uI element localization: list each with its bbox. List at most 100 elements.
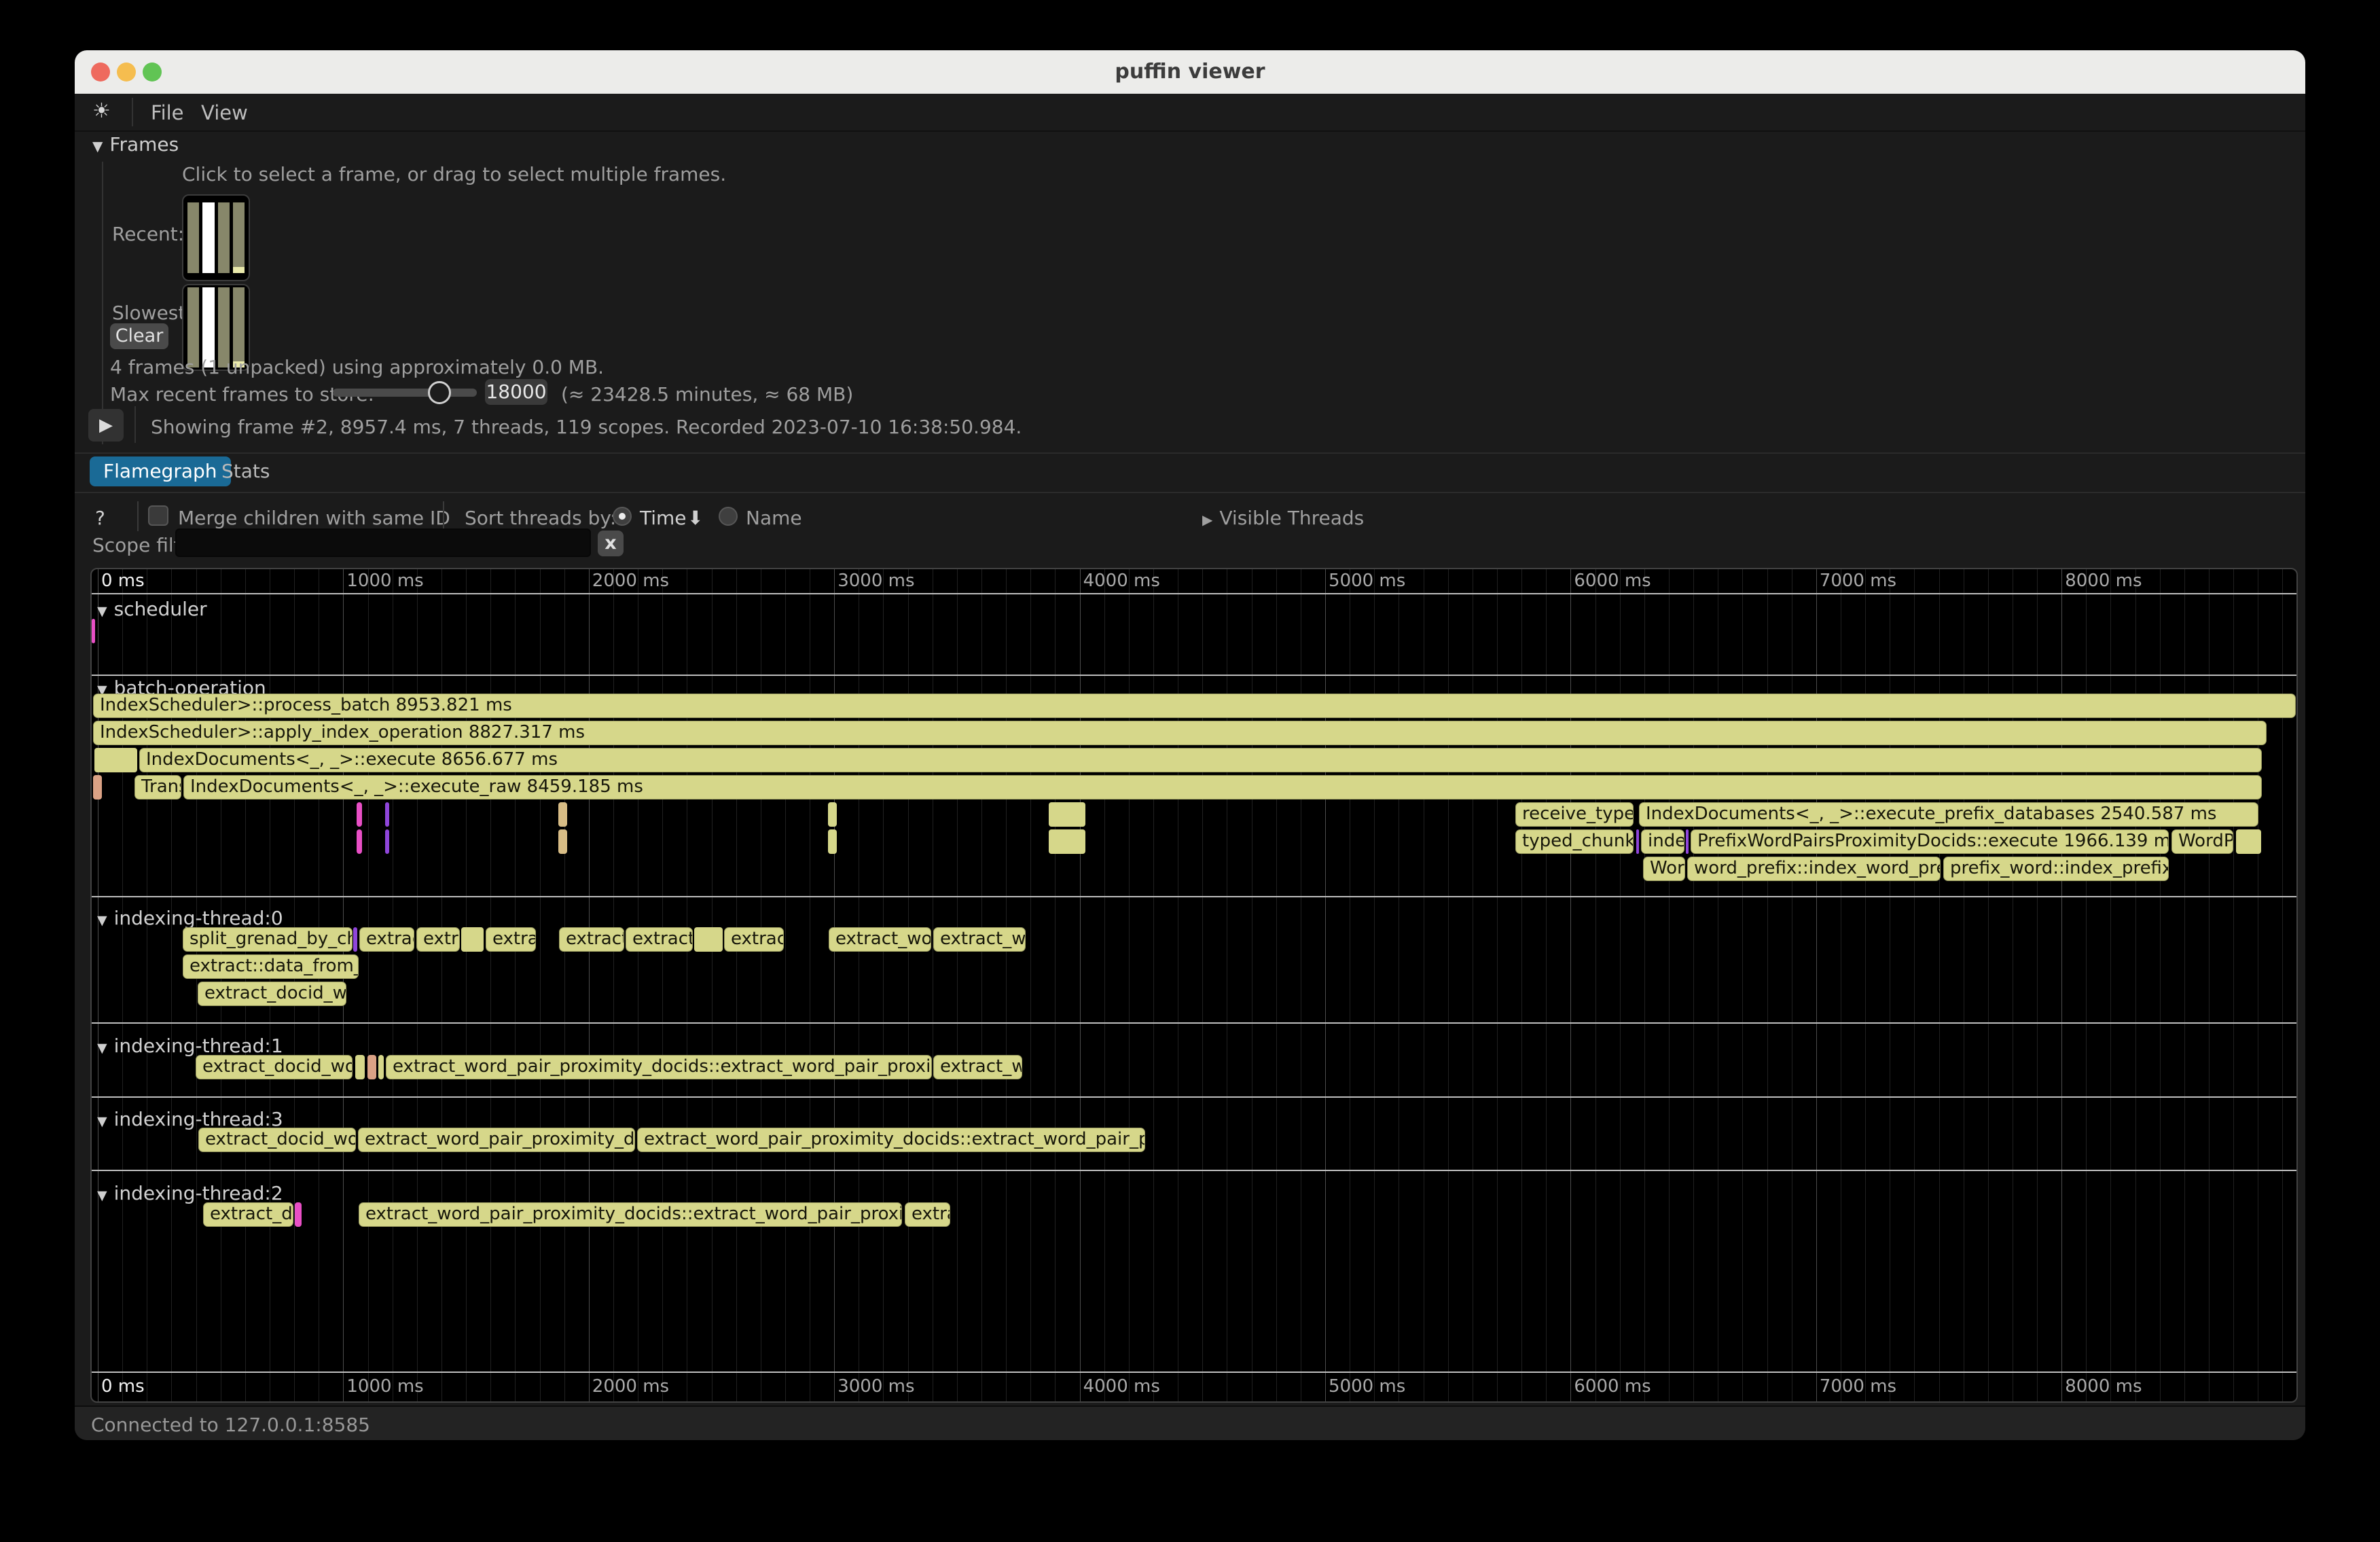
scope-mark[interactable] bbox=[357, 829, 362, 854]
scope-filter-input[interactable] bbox=[175, 528, 591, 557]
scope-mark[interactable] bbox=[828, 802, 837, 827]
merge-children-checkbox[interactable] bbox=[148, 505, 168, 526]
scope-bar[interactable]: extract_word_pair_proximity_docids::extr… bbox=[359, 1202, 902, 1227]
max-frames-slider-track[interactable] bbox=[333, 389, 477, 397]
scope-bar[interactable]: split_grenad_by_chun bbox=[183, 927, 353, 952]
scope-bar[interactable]: extrac bbox=[905, 1202, 950, 1227]
theme-toggle-icon[interactable]: ☀ bbox=[92, 99, 111, 123]
scope-bar[interactable]: IndexDocuments<_, _>::execute_raw 8459.1… bbox=[183, 775, 2262, 800]
ruler-tick: 3000 ms bbox=[837, 571, 914, 591]
frame-bar[interactable] bbox=[218, 202, 230, 273]
scope-bar[interactable]: PrefixWordPairsProximityDocids::execute … bbox=[1691, 829, 2169, 854]
scope-mark[interactable] bbox=[385, 802, 389, 827]
menu-bar: ☀ File View bbox=[75, 94, 2305, 132]
scope-bar[interactable]: IndexDocuments<_, _>::execute_prefix_dat… bbox=[1639, 802, 2258, 827]
scope-mark[interactable] bbox=[1049, 829, 1085, 854]
sort-time-radio[interactable] bbox=[613, 507, 632, 526]
scope-mark[interactable] bbox=[295, 1202, 302, 1227]
sort-name-radio[interactable] bbox=[719, 507, 738, 526]
status-bar: Connected to 127.0.0.1:8585 bbox=[75, 1405, 2305, 1440]
thread-header-indexing-thread:1[interactable]: ▼indexing-thread:1 bbox=[97, 1035, 283, 1057]
scope-bar[interactable]: extract::data_from_ob bbox=[183, 954, 359, 979]
scope-bar[interactable]: WordPr bbox=[2171, 829, 2233, 854]
menu-file[interactable]: File bbox=[151, 101, 184, 124]
frame-bar[interactable] bbox=[202, 202, 214, 273]
play-button[interactable]: ▶ bbox=[88, 409, 124, 442]
scope-bar[interactable]: extra bbox=[416, 927, 460, 952]
menu-view[interactable]: View bbox=[201, 101, 248, 124]
thread-name: indexing-thread:1 bbox=[114, 1035, 283, 1057]
scope-bar[interactable]: extract bbox=[724, 927, 784, 952]
max-frames-value[interactable]: 18000 bbox=[485, 379, 547, 405]
frames-section-header[interactable]: ▼Frames bbox=[92, 133, 179, 156]
scope-mark[interactable] bbox=[385, 829, 389, 854]
scope-bar[interactable]: extract_word_pair_proximity_docids::extr… bbox=[637, 1128, 1145, 1152]
scope-bar[interactable]: extract_word bbox=[829, 927, 931, 952]
clear-button[interactable]: Clear bbox=[110, 323, 168, 349]
scope-bar[interactable]: Trans bbox=[134, 775, 181, 800]
thread-header-scheduler[interactable]: ▼scheduler bbox=[97, 598, 207, 620]
scope-mark[interactable] bbox=[367, 1055, 376, 1079]
visible-threads-header[interactable]: ▶Visible Threads bbox=[1202, 507, 1364, 529]
scope-mark[interactable] bbox=[355, 1055, 365, 1079]
frame-bar[interactable] bbox=[233, 202, 245, 273]
ruler-tick: 3000 ms bbox=[837, 1376, 914, 1397]
scope-bar[interactable]: word_prefix::index_word_prefix_ bbox=[1687, 857, 1941, 881]
scope-bar[interactable]: extract_docid_word bbox=[198, 982, 346, 1006]
scope-mark[interactable] bbox=[558, 829, 567, 854]
frame-bar[interactable] bbox=[187, 202, 199, 273]
scope-mark[interactable] bbox=[1049, 802, 1085, 827]
scope-bar[interactable]: extract_doc bbox=[203, 1202, 293, 1227]
scope-bar[interactable]: typed_chunk::w bbox=[1515, 829, 1634, 854]
scope-mark[interactable] bbox=[1686, 829, 1689, 854]
slowest-label: Slowest: bbox=[112, 302, 192, 324]
scope-mark[interactable] bbox=[694, 927, 723, 952]
flamegraph-canvas[interactable]: 0 ms0 ms1000 ms1000 ms2000 ms2000 ms3000… bbox=[90, 568, 2298, 1403]
scope-bar[interactable]: extract_ bbox=[559, 927, 624, 952]
scope-filter-clear-button[interactable]: x bbox=[598, 531, 624, 556]
scope-bar[interactable]: extract_docid_word bbox=[196, 1055, 353, 1079]
scope-bar[interactable]: extract_docid_word bbox=[198, 1128, 356, 1152]
scope-mark[interactable] bbox=[92, 619, 95, 643]
recent-frames-thumbnail[interactable] bbox=[182, 194, 250, 281]
scope-bar[interactable]: extract_word_pair_proximity_docids bbox=[358, 1128, 635, 1152]
ruler-tick: 7000 ms bbox=[1820, 571, 1896, 591]
scope-mark[interactable] bbox=[1636, 829, 1639, 854]
scope-mark[interactable] bbox=[94, 748, 137, 772]
thread-name: indexing-thread:0 bbox=[114, 907, 283, 929]
help-button[interactable]: ? bbox=[95, 507, 105, 529]
scope-bar[interactable]: Word bbox=[1643, 857, 1685, 881]
scope-bar[interactable]: IndexScheduler>::apply_index_operation 8… bbox=[93, 721, 2267, 745]
scope-bar[interactable]: extract_wo bbox=[933, 927, 1026, 952]
scope-bar[interactable]: index bbox=[1641, 829, 1684, 854]
scope-mark[interactable] bbox=[93, 775, 102, 800]
scope-bar[interactable]: extract_w bbox=[626, 927, 693, 952]
scope-mark[interactable] bbox=[461, 927, 484, 952]
scope-mark[interactable] bbox=[2236, 829, 2261, 854]
scope-bar[interactable]: extract bbox=[359, 927, 414, 952]
tab-stats[interactable]: Stats bbox=[208, 456, 283, 486]
thread-header-indexing-thread:0[interactable]: ▼indexing-thread:0 bbox=[97, 907, 283, 929]
scope-bar[interactable]: IndexDocuments<_, _>::execute 8656.677 m… bbox=[139, 748, 2262, 772]
scope-bar[interactable]: IndexScheduler>::process_batch 8953.821 … bbox=[93, 694, 2296, 718]
collapse-icon: ▼ bbox=[97, 604, 107, 619]
scope-bar[interactable]: receive_typed_ bbox=[1515, 802, 1634, 827]
scope-mark[interactable] bbox=[353, 927, 357, 952]
app-window: puffin viewer ☀ File View ▼Frames Click … bbox=[75, 50, 2305, 1440]
scope-bar[interactable]: prefix_word::index_prefix_wo bbox=[1943, 857, 2169, 881]
sort-direction-icon[interactable]: ⬇ bbox=[687, 507, 703, 529]
thread-name: indexing-thread:2 bbox=[114, 1182, 283, 1204]
frames-info: 4 frames (1 unpacked) using approximatel… bbox=[110, 356, 604, 378]
scope-mark[interactable] bbox=[828, 829, 837, 854]
scope-mark[interactable] bbox=[357, 802, 362, 827]
thread-header-indexing-thread:2[interactable]: ▼indexing-thread:2 bbox=[97, 1182, 283, 1204]
scope-mark[interactable] bbox=[558, 802, 567, 827]
max-frames-slider-knob[interactable] bbox=[428, 381, 451, 404]
scope-bar[interactable]: extrac bbox=[486, 927, 536, 952]
scope-bar[interactable]: extract_word_pair_proximity_docids::extr… bbox=[386, 1055, 932, 1079]
scope-mark[interactable] bbox=[378, 1055, 384, 1079]
ruler-tick: 7000 ms bbox=[1820, 1376, 1896, 1397]
scope-bar[interactable]: extract_wo bbox=[933, 1055, 1022, 1079]
frame-summary: Showing frame #2, 8957.4 ms, 7 threads, … bbox=[151, 416, 1022, 438]
section-divider bbox=[92, 896, 2296, 897]
